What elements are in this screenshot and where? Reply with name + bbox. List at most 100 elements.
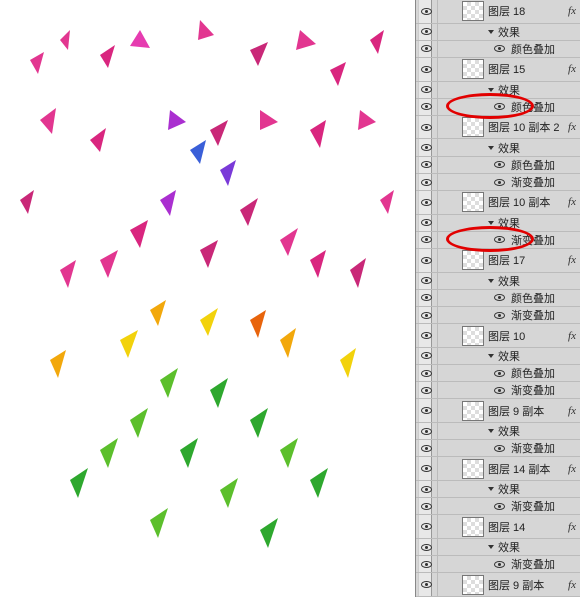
fx-badge[interactable]: fx bbox=[568, 63, 576, 75]
fx-badge[interactable]: fx bbox=[568, 254, 576, 266]
layer-name[interactable]: 图层 10 副本 bbox=[488, 194, 564, 210]
effects-row[interactable]: 效果 bbox=[416, 423, 580, 440]
chevron-down-icon[interactable] bbox=[488, 88, 494, 92]
effects-row[interactable]: 效果 bbox=[416, 24, 580, 41]
effect-item-row[interactable]: 渐变叠加 bbox=[416, 440, 580, 457]
effects-row[interactable]: 效果 bbox=[416, 539, 580, 556]
layer-row[interactable]: 图层 10 副本 2 fx bbox=[416, 116, 580, 140]
layer-thumbnail[interactable] bbox=[462, 1, 484, 21]
effects-row[interactable]: 效果 bbox=[416, 481, 580, 498]
visibility-toggle[interactable] bbox=[416, 273, 438, 289]
eye-icon[interactable] bbox=[494, 370, 505, 377]
layer-thumbnail[interactable] bbox=[462, 117, 484, 137]
visibility-toggle[interactable] bbox=[416, 365, 438, 381]
layer-thumbnail[interactable] bbox=[462, 192, 484, 212]
layer-row[interactable]: 图层 15 fx bbox=[416, 58, 580, 82]
eye-icon[interactable] bbox=[494, 236, 505, 243]
layer-name[interactable]: 图层 10 bbox=[488, 328, 564, 344]
effects-row[interactable]: 效果 bbox=[416, 273, 580, 290]
layer-row[interactable]: 图层 17 fx bbox=[416, 249, 580, 273]
visibility-toggle[interactable] bbox=[416, 0, 438, 23]
chevron-down-icon[interactable] bbox=[488, 545, 494, 549]
visibility-toggle[interactable] bbox=[416, 290, 438, 306]
eye-icon[interactable] bbox=[494, 312, 505, 319]
chevron-down-icon[interactable] bbox=[488, 146, 494, 150]
visibility-toggle[interactable] bbox=[416, 573, 438, 596]
chevron-down-icon[interactable] bbox=[488, 487, 494, 491]
effect-item-row[interactable]: 颜色叠加 bbox=[416, 157, 580, 174]
visibility-toggle[interactable] bbox=[416, 116, 438, 139]
effects-row[interactable]: 效果 bbox=[416, 348, 580, 365]
layer-thumbnail[interactable] bbox=[462, 59, 484, 79]
layer-row[interactable]: 图层 10 fx bbox=[416, 324, 580, 348]
visibility-toggle[interactable] bbox=[416, 157, 438, 173]
layer-row[interactable]: 图层 9 副本fx bbox=[416, 573, 580, 597]
chevron-down-icon[interactable] bbox=[488, 221, 494, 225]
document-canvas[interactable] bbox=[0, 0, 415, 597]
layer-thumbnail[interactable] bbox=[462, 326, 484, 346]
layer-name[interactable]: 图层 15 bbox=[488, 61, 564, 77]
visibility-toggle[interactable] bbox=[416, 348, 438, 364]
chevron-down-icon[interactable] bbox=[488, 279, 494, 283]
fx-badge[interactable]: fx bbox=[568, 196, 576, 208]
layer-row[interactable]: 图层 9 副本 fx bbox=[416, 399, 580, 423]
fx-badge[interactable]: fx bbox=[568, 521, 576, 533]
layer-thumbnail[interactable] bbox=[462, 401, 484, 421]
fx-badge[interactable]: fx bbox=[568, 330, 576, 342]
visibility-toggle[interactable] bbox=[416, 232, 438, 248]
layer-name[interactable]: 图层 9 副本 bbox=[488, 403, 564, 419]
visibility-toggle[interactable] bbox=[416, 174, 438, 190]
eye-icon[interactable] bbox=[494, 294, 505, 301]
eye-icon[interactable] bbox=[494, 503, 505, 510]
chevron-down-icon[interactable] bbox=[488, 30, 494, 34]
visibility-toggle[interactable] bbox=[416, 58, 438, 81]
visibility-toggle[interactable] bbox=[416, 307, 438, 323]
layer-name[interactable]: 图层 14 副本 bbox=[488, 461, 564, 477]
visibility-toggle[interactable] bbox=[416, 440, 438, 456]
layer-thumbnail[interactable] bbox=[462, 517, 484, 537]
effect-item-row[interactable]: 渐变叠加 bbox=[416, 174, 580, 191]
fx-badge[interactable]: fx bbox=[568, 463, 576, 475]
chevron-down-icon[interactable] bbox=[488, 354, 494, 358]
effect-item-row[interactable]: 颜色叠加 bbox=[416, 365, 580, 382]
visibility-toggle[interactable] bbox=[416, 249, 438, 272]
layer-row[interactable]: 图层 10 副本 fx bbox=[416, 191, 580, 215]
chevron-down-icon[interactable] bbox=[488, 429, 494, 433]
effect-item-row[interactable]: 渐变叠加 bbox=[416, 307, 580, 324]
layer-name[interactable]: 图层 10 副本 2 bbox=[488, 119, 564, 135]
visibility-toggle[interactable] bbox=[416, 515, 438, 538]
eye-icon[interactable] bbox=[494, 179, 505, 186]
visibility-toggle[interactable] bbox=[416, 539, 438, 555]
layer-row[interactable]: 图层 14 fx bbox=[416, 515, 580, 539]
fx-badge[interactable]: fx bbox=[568, 405, 576, 417]
layer-name[interactable]: 图层 14 bbox=[488, 519, 564, 535]
effect-item-row[interactable]: 渐变叠加 bbox=[416, 498, 580, 515]
effects-row[interactable]: 效果 bbox=[416, 215, 580, 232]
visibility-toggle[interactable] bbox=[416, 399, 438, 422]
eye-icon[interactable] bbox=[494, 103, 505, 110]
effect-item-row[interactable]: 渐变叠加 bbox=[416, 556, 580, 573]
layer-thumbnail[interactable] bbox=[462, 575, 484, 595]
effect-item-row[interactable]: 渐变叠加 bbox=[416, 382, 580, 399]
layer-name[interactable]: 图层 9 副本 bbox=[488, 577, 564, 593]
visibility-toggle[interactable] bbox=[416, 82, 438, 98]
visibility-toggle[interactable] bbox=[416, 191, 438, 214]
visibility-toggle[interactable] bbox=[416, 556, 438, 572]
eye-icon[interactable] bbox=[494, 161, 505, 168]
visibility-toggle[interactable] bbox=[416, 423, 438, 439]
visibility-toggle[interactable] bbox=[416, 99, 438, 115]
eye-icon[interactable] bbox=[494, 561, 505, 568]
visibility-toggle[interactable] bbox=[416, 481, 438, 497]
eye-icon[interactable] bbox=[494, 45, 505, 52]
effects-row[interactable]: 效果 bbox=[416, 139, 580, 156]
layer-thumbnail[interactable] bbox=[462, 250, 484, 270]
fx-badge[interactable]: fx bbox=[568, 5, 576, 17]
effect-item-row[interactable]: 颜色叠加 bbox=[416, 99, 580, 116]
eye-icon[interactable] bbox=[494, 387, 505, 394]
layer-name[interactable]: 图层 18 bbox=[488, 3, 564, 19]
layer-name[interactable]: 图层 17 bbox=[488, 252, 564, 268]
effect-item-row[interactable]: 渐变叠加 bbox=[416, 232, 580, 249]
fx-badge[interactable]: fx bbox=[568, 121, 576, 133]
effect-item-row[interactable]: 颜色叠加 bbox=[416, 41, 580, 58]
effects-row[interactable]: 效果 bbox=[416, 82, 580, 99]
